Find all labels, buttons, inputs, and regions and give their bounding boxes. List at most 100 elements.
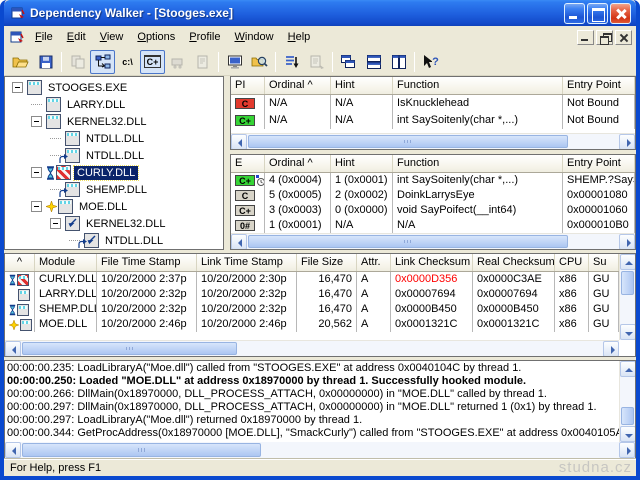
column-header-icon[interactable]: ^ [5,254,35,271]
scroll-left-button[interactable] [231,234,247,250]
column-header-hint[interactable]: Hint [331,77,393,94]
tile-horizontally-button[interactable] [361,50,386,74]
table-row[interactable]: C 5 (0x0005) 2 (0x0002) DoinkLarrysEye 0… [231,188,635,203]
column-header-file-time[interactable]: File Time Stamp [97,254,197,271]
column-header-real-checksum[interactable]: Real Checksum [473,254,555,271]
external-viewer-button[interactable] [165,50,190,74]
minimize-button[interactable] [564,3,585,24]
tree-item[interactable]: MOE.DLL [5,198,223,215]
cascade-windows-button[interactable] [336,50,361,74]
column-header-hint[interactable]: Hint [331,155,393,172]
scroll-left-button[interactable] [231,134,247,150]
table-row[interactable]: C+ 4 (0x0004) 1 (0x0001) int SaySoitenly… [231,173,635,188]
maximize-button[interactable] [587,3,608,24]
close-button[interactable] [610,3,631,24]
tree-item[interactable]: KERNEL32.DLL [5,113,223,130]
module-search-order-button[interactable] [247,50,272,74]
scroll-right-button[interactable] [619,234,635,250]
collapse-icon[interactable] [31,116,42,127]
scroll-up-button[interactable] [620,361,636,377]
system-information-button[interactable] [222,50,247,74]
context-help-button[interactable]: ? [418,50,443,74]
vertical-scrollbar[interactable] [619,361,635,442]
title-bar[interactable]: Dependency Walker - [Stooges.exe] [4,0,636,26]
table-row[interactable]: 0# 1 (0x0001) N/A N/A 0x000010B0 [231,218,635,233]
tile-vertically-button[interactable] [386,50,411,74]
column-header-subsystem[interactable]: Su [589,254,619,271]
tree-item[interactable]: NTDLL.DLL [5,232,223,249]
table-row[interactable]: C N/A N/A IsKnucklehead Not Bound [231,95,635,112]
scroll-left-button[interactable] [5,442,21,458]
vertical-scrollbar[interactable] [619,254,635,340]
save-button[interactable] [33,50,58,74]
column-header-function[interactable]: Function [393,155,563,172]
table-row[interactable]: C+ 3 (0x0003) 0 (0x0000) void SayPoifect… [231,203,635,218]
collapse-icon[interactable] [31,201,42,212]
tree-item[interactable]: STOOGES.EXE [5,79,223,96]
column-header-module[interactable]: Module [35,254,97,271]
scrollbar-thumb[interactable] [22,443,261,457]
auto-expand-button[interactable] [90,50,115,74]
column-header-link-time[interactable]: Link Time Stamp [197,254,297,271]
menu-edit[interactable]: Edit [60,28,93,46]
tree-item[interactable]: NTDLL.DLL [5,130,223,147]
scrollbar-thumb[interactable] [248,135,568,148]
column-header-file-size[interactable]: File Size [297,254,357,271]
mdi-document-icon[interactable] [9,29,25,45]
column-header-cpu[interactable]: CPU [555,254,589,271]
scrollbar-thumb[interactable] [621,271,634,295]
table-row[interactable]: C+ N/A N/A int SaySoitenly(char *,...) N… [231,112,635,129]
scroll-right-button[interactable] [619,134,635,150]
column-header-function[interactable]: Function [393,77,563,94]
table-row[interactable]: LARRY.DLL 10/20/2000 2:32p 10/20/2000 2:… [5,287,619,302]
view-full-paths-button[interactable]: c:\ [115,50,140,74]
column-header-entry-point[interactable]: Entry Point [563,155,635,172]
mdi-minimize-button[interactable] [577,30,594,45]
menu-file[interactable]: File [28,28,60,46]
properties-button[interactable] [190,50,215,74]
mdi-close-button[interactable] [615,30,632,45]
tree-item[interactable]: SHEMP.DLL [5,181,223,198]
collapse-icon[interactable] [50,218,61,229]
column-header-link-checksum[interactable]: Link Checksum [391,254,473,271]
scroll-down-button[interactable] [620,426,636,442]
menu-profile[interactable]: Profile [182,28,227,46]
scrollbar-thumb[interactable] [22,342,237,355]
selected-tree-item-label[interactable]: CURLY.DLL [74,166,138,180]
horizontal-scrollbar[interactable] [5,340,619,356]
log-output[interactable]: 00:00:00.235: LoadLibraryA("Moe.dll") ca… [5,361,619,442]
tree-item[interactable]: CURLY.DLL [5,164,223,181]
collapse-icon[interactable] [31,167,42,178]
open-button[interactable] [8,50,33,74]
scroll-right-button[interactable] [619,442,635,458]
copy-button[interactable] [65,50,90,74]
column-header-ordinal[interactable]: Ordinal ^ [265,155,331,172]
column-header-attr[interactable]: Attr. [357,254,391,271]
log-horizontal-scrollbar[interactable] [4,442,636,459]
undecorate-cpp-button[interactable]: C+ [140,50,165,74]
column-header-entry-point[interactable]: Entry Point [563,77,635,94]
scroll-left-button[interactable] [5,341,21,357]
horizontal-scrollbar[interactable] [231,233,635,249]
menu-view[interactable]: View [93,28,131,46]
menu-window[interactable]: Window [227,28,280,46]
scroll-right-button[interactable] [603,341,619,357]
scrollbar-thumb[interactable] [621,407,634,425]
column-header-ordinal[interactable]: Ordinal ^ [265,77,331,94]
column-header-pi[interactable]: PI [231,77,265,94]
tree-item[interactable]: NTDLL.DLL [5,147,223,164]
table-row[interactable]: SHEMP.DLL 10/20/2000 2:32p 10/20/2000 2:… [5,302,619,317]
tree-item[interactable]: LARRY.DLL [5,96,223,113]
scroll-up-button[interactable] [620,254,636,270]
horizontal-scrollbar[interactable] [231,133,635,149]
start-profiling-button[interactable] [279,50,304,74]
tree-item[interactable]: KERNEL32.DLL [5,215,223,232]
menu-options[interactable]: Options [130,28,182,46]
mdi-restore-button[interactable] [596,30,613,45]
table-row[interactable]: MOE.DLL 10/20/2000 2:46p 10/20/2000 2:46… [5,317,619,332]
column-header-e[interactable]: E [231,155,265,172]
collapse-icon[interactable] [12,82,23,93]
scroll-down-button[interactable] [620,324,636,340]
stop-profiling-button[interactable] [304,50,329,74]
table-row[interactable]: CURLY.DLL 10/20/2000 2:37p 10/20/2000 2:… [5,272,619,287]
